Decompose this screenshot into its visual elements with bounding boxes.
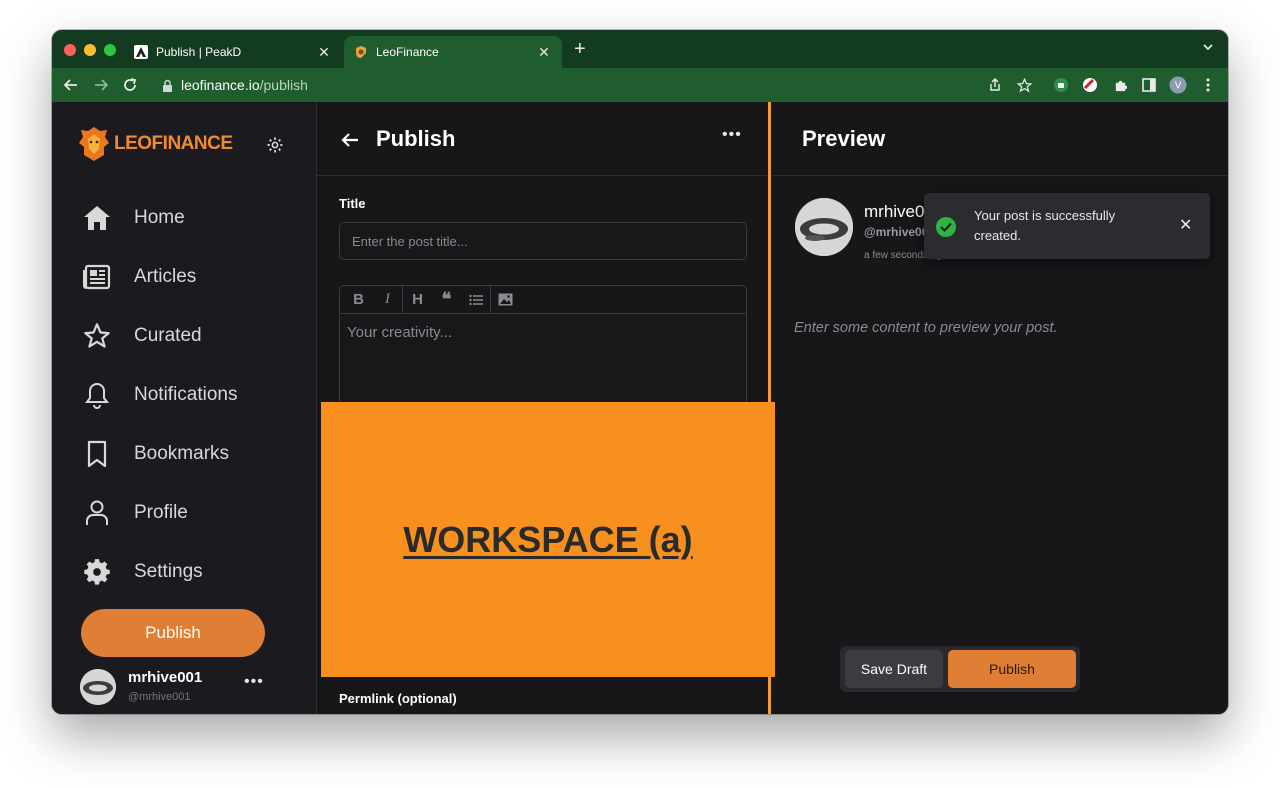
theme-settings-gear-icon[interactable] xyxy=(266,136,284,154)
home-icon xyxy=(82,203,112,233)
close-tab-icon[interactable]: ✕ xyxy=(536,44,552,61)
brand-name: LEOFINANCE xyxy=(114,133,233,154)
sidebar-item-label: Articles xyxy=(134,266,197,287)
tab-search-icon[interactable] xyxy=(1202,40,1214,58)
url-path: /publish xyxy=(259,77,308,93)
publish-button[interactable]: Publish xyxy=(948,650,1076,688)
image-icon[interactable] xyxy=(491,286,520,314)
browser-window: Publish | PeakD ✕ LeoFinance ✕ + leofina… xyxy=(52,30,1228,714)
check-circle-icon xyxy=(936,217,956,237)
extension-robot-icon[interactable] xyxy=(1052,76,1070,94)
preview-header: Preview xyxy=(771,102,1228,176)
toast-message: Your post is successfully created. xyxy=(974,208,1116,243)
quote-icon[interactable]: ❝ xyxy=(432,286,461,314)
browser-toolbar: leofinance.io/publish V xyxy=(52,68,1228,103)
profile-avatar-icon[interactable]: V xyxy=(1169,76,1187,94)
user-icon xyxy=(82,498,112,528)
close-window-button[interactable] xyxy=(64,44,76,56)
list-icon[interactable] xyxy=(461,286,490,314)
sidebar-item-label: Curated xyxy=(134,325,202,346)
preview-empty-text: Enter some content to preview your post. xyxy=(794,320,1058,336)
tab-title: LeoFinance xyxy=(376,45,439,59)
sidebar-user-name: mrhive001 xyxy=(128,669,203,686)
title-label: Title xyxy=(339,196,366,211)
minimize-window-button[interactable] xyxy=(84,44,96,56)
workspace-overlay: WORKSPACE (a) xyxy=(321,402,775,677)
new-tab-icon[interactable]: + xyxy=(574,38,586,61)
sidebar-item-home[interactable]: Home xyxy=(82,198,282,238)
markdown-toolbar: B I H ❝ xyxy=(339,285,747,314)
heading-icon[interactable]: H xyxy=(403,286,432,314)
forward-arrow-icon[interactable] xyxy=(92,76,110,94)
sidebar-item-label: Bookmarks xyxy=(134,443,230,464)
workspace-label: WORKSPACE (a) xyxy=(403,518,693,560)
sidebar-item-label: Settings xyxy=(134,561,203,582)
extension-keychain-icon[interactable] xyxy=(1081,76,1099,94)
share-icon[interactable] xyxy=(986,76,1004,94)
sidebar-item-profile[interactable]: Profile xyxy=(82,493,282,533)
browser-menu-icon[interactable] xyxy=(1199,76,1217,94)
reload-icon[interactable] xyxy=(121,76,139,94)
permlink-label: Permlink (optional) xyxy=(339,691,457,706)
extensions-puzzle-icon[interactable] xyxy=(1111,76,1129,94)
avatar xyxy=(80,669,116,705)
close-icon[interactable]: ✕ xyxy=(1179,215,1192,235)
bell-icon xyxy=(82,380,112,410)
sidebar-user[interactable]: mrhive001 @mrhive001 ••• xyxy=(80,667,290,707)
editor-more-icon[interactable]: ••• xyxy=(722,126,742,144)
sidebar-publish-button[interactable]: Publish xyxy=(81,609,265,657)
svg-text:V: V xyxy=(1175,81,1182,92)
post-body-editor[interactable] xyxy=(339,313,747,413)
editor-header: Publish ••• xyxy=(317,102,768,176)
articles-icon xyxy=(82,262,112,292)
tab-peakd[interactable]: Publish | PeakD ✕ xyxy=(124,36,342,68)
sidebar-item-label: Home xyxy=(134,207,185,228)
maximize-window-button[interactable] xyxy=(104,44,116,56)
side-panel-icon[interactable] xyxy=(1140,76,1158,94)
avatar[interactable] xyxy=(795,198,853,256)
tab-leofinance[interactable]: LeoFinance ✕ xyxy=(344,36,562,68)
save-draft-button[interactable]: Save Draft xyxy=(845,650,943,688)
back-arrow-icon[interactable] xyxy=(341,128,359,154)
post-title-input[interactable] xyxy=(339,222,747,260)
sidebar-item-settings[interactable]: Settings xyxy=(82,552,282,592)
lock-icon xyxy=(162,79,173,92)
tab-strip: Publish | PeakD ✕ LeoFinance ✕ + xyxy=(52,30,1228,68)
bold-icon[interactable]: B xyxy=(344,286,373,314)
page-content: LEOFINANCE Home Articles Curated Notific… xyxy=(52,102,1228,714)
italic-icon[interactable]: I xyxy=(373,286,402,314)
bookmark-icon xyxy=(82,439,112,469)
address-bar[interactable]: leofinance.io/publish xyxy=(152,72,1042,98)
preview-title: Preview xyxy=(802,126,886,151)
bookmark-star-icon[interactable] xyxy=(1015,76,1033,94)
star-icon xyxy=(82,321,112,351)
gear-icon xyxy=(82,557,112,587)
sidebar-item-articles[interactable]: Articles xyxy=(82,257,282,297)
sidebar-user-handle: @mrhive001 xyxy=(128,691,191,703)
close-tab-icon[interactable]: ✕ xyxy=(316,44,332,61)
url-host: leofinance.io xyxy=(181,77,260,93)
sidebar-item-notifications[interactable]: Notifications xyxy=(82,375,282,415)
leofinance-favicon-icon xyxy=(354,45,368,59)
lion-logo-icon xyxy=(79,127,109,161)
sidebar-item-curated[interactable]: Curated xyxy=(82,316,282,356)
peakd-favicon-icon xyxy=(134,45,148,59)
sidebar-item-label: Notifications xyxy=(134,384,238,405)
sidebar-item-label: Profile xyxy=(134,502,188,523)
sidebar-item-bookmarks[interactable]: Bookmarks xyxy=(82,434,282,474)
user-more-icon[interactable]: ••• xyxy=(244,673,264,691)
page-title: Publish xyxy=(376,126,456,151)
preview-actions: Save Draft Publish xyxy=(840,646,1080,692)
window-controls xyxy=(64,44,116,56)
success-toast: Your post is successfully created. ✕ xyxy=(924,193,1210,259)
back-arrow-icon[interactable] xyxy=(62,76,80,94)
leofinance-logo[interactable]: LEOFINANCE xyxy=(78,126,233,162)
sidebar: LEOFINANCE Home Articles Curated Notific… xyxy=(52,102,317,714)
tab-title: Publish | PeakD xyxy=(156,45,242,59)
